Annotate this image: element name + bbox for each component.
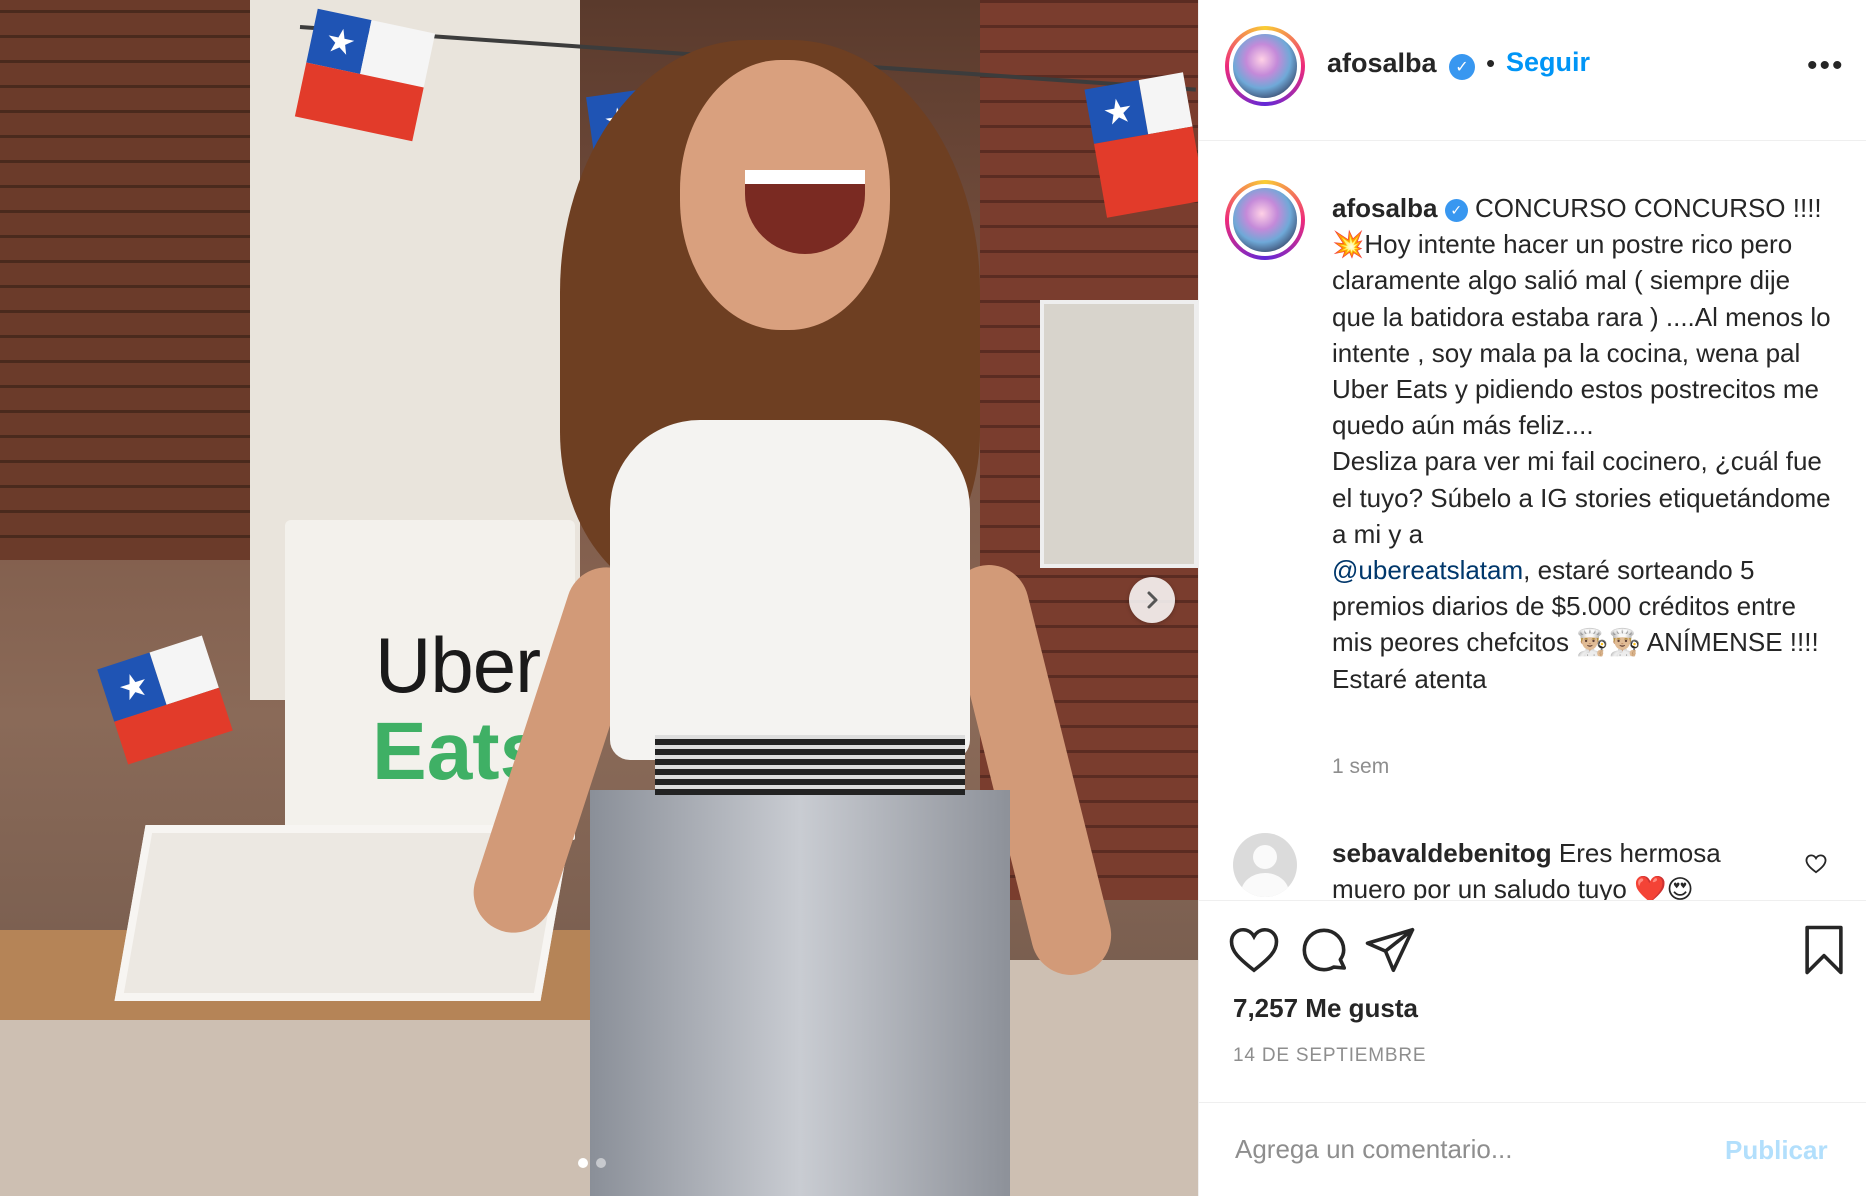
post-header: afosalba ✓ • Seguir ••• xyxy=(1199,0,1866,141)
comment-text: sebavaldebenitog Eres hermosa muero por … xyxy=(1332,835,1792,900)
next-arrow-icon xyxy=(1147,591,1158,609)
post-caption: afosalba ✓ CONCURSO CONCURSO !!!!💥Hoy in… xyxy=(1199,140,1866,900)
small-heart-icon[interactable] xyxy=(1805,854,1827,880)
heart-icon[interactable] xyxy=(1227,923,1281,977)
follow-button[interactable]: Seguir xyxy=(1506,47,1590,78)
post-photo[interactable]: ★ ★ ★ ★ Uber Eats xyxy=(0,0,1198,1196)
caption-username[interactable]: afosalba xyxy=(1332,193,1438,223)
bookmark-icon[interactable] xyxy=(1797,923,1851,977)
caption-timestamp[interactable]: 1 sem xyxy=(1332,755,1389,779)
verified-icon: ✓ xyxy=(1444,198,1468,222)
person-belt xyxy=(655,735,965,795)
carousel-dot-active xyxy=(578,1158,588,1168)
wall-poster xyxy=(1040,300,1198,568)
comment-row: sebavaldebenitog Eres hermosa muero por … xyxy=(1199,820,1866,900)
share-icon[interactable] xyxy=(1363,923,1417,977)
header-username[interactable]: afosalba xyxy=(1327,48,1437,79)
comment-username[interactable]: sebavaldebenitog xyxy=(1332,838,1552,868)
bag-logo-uber: Uber xyxy=(375,621,541,709)
caption-avatar[interactable] xyxy=(1225,180,1305,260)
more-options-icon[interactable]: ••• xyxy=(1807,51,1845,81)
person-top xyxy=(610,420,970,760)
publish-button[interactable]: Publicar xyxy=(1725,1135,1828,1166)
next-photo-button[interactable] xyxy=(1129,577,1175,623)
avatar[interactable] xyxy=(1233,833,1297,897)
caption-body: Desliza para ver mi fail cocinero, ¿cuál… xyxy=(1332,446,1831,549)
caption-text: afosalba ✓ CONCURSO CONCURSO !!!!💥Hoy in… xyxy=(1332,190,1837,697)
comment-icon[interactable] xyxy=(1297,923,1351,977)
caption-body: CONCURSO CONCURSO !!!!💥Hoy intente hacer… xyxy=(1332,193,1831,441)
chile-flag: ★ xyxy=(97,635,233,765)
person-skirt xyxy=(590,790,1010,1196)
post-side-panel: afosalba ✓ • Seguir ••• afosalba ✓ CONCU… xyxy=(1198,0,1866,1196)
profile-avatar[interactable] xyxy=(1225,26,1305,106)
comment-input[interactable] xyxy=(1233,1123,1677,1175)
brick-wall xyxy=(0,0,260,560)
header-separator: • xyxy=(1486,48,1496,78)
post-date[interactable]: 14 DE SEPTIEMBRE xyxy=(1233,1045,1426,1067)
verified-icon: ✓ xyxy=(1449,54,1475,80)
like-count[interactable]: 7,257 Me gusta xyxy=(1233,993,1418,1024)
comment-bar: Publicar xyxy=(1199,1102,1866,1197)
caption-mention-link[interactable]: @ubereatslatam xyxy=(1332,555,1523,585)
carousel-dot xyxy=(596,1158,606,1168)
carousel-indicator xyxy=(578,1158,606,1168)
